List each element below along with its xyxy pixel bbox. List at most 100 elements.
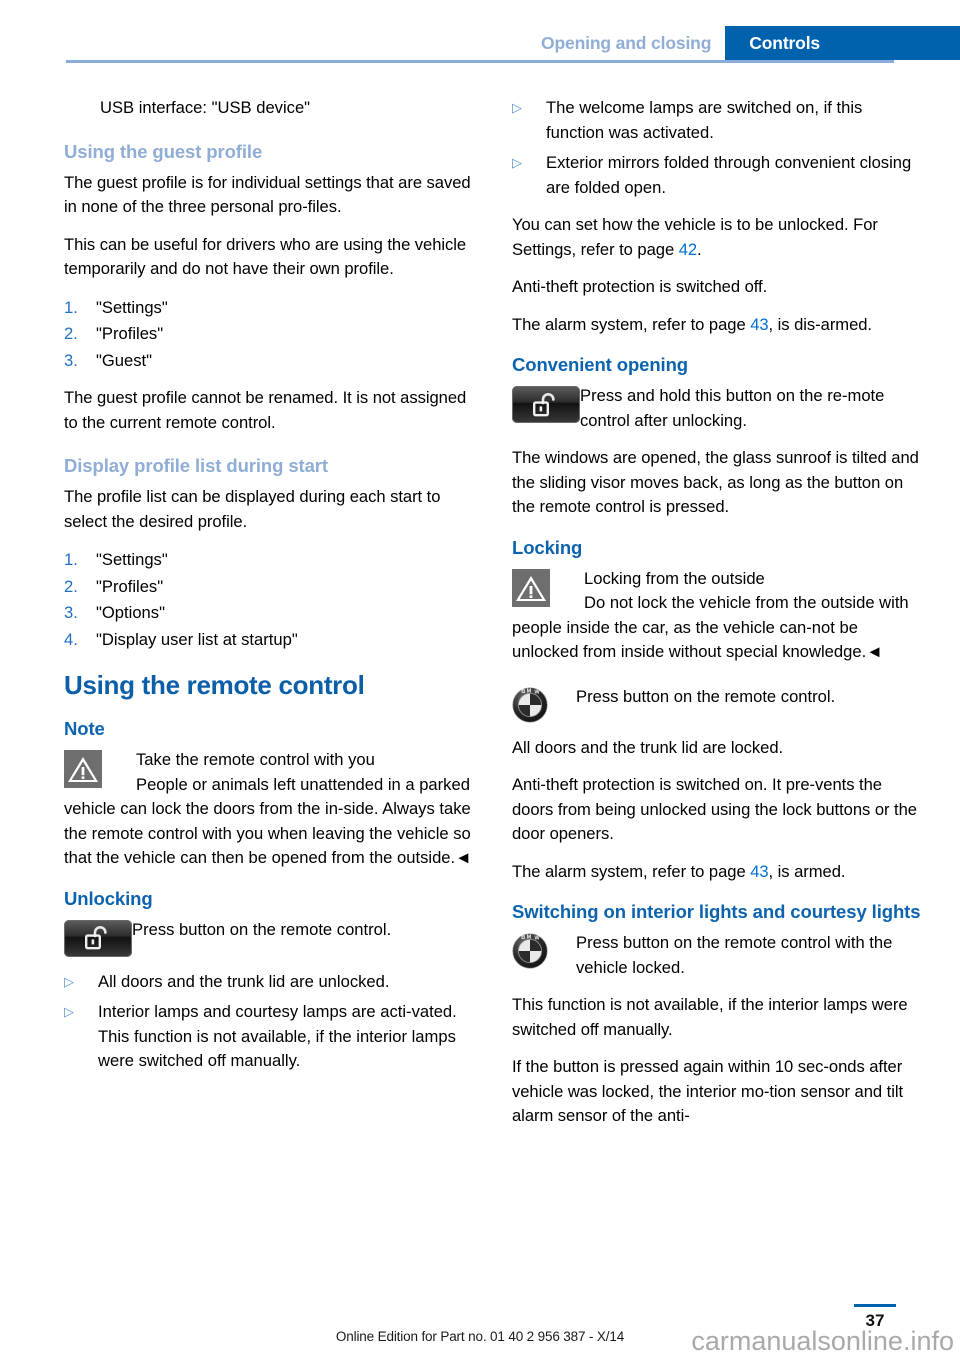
bmw-roundel-icon: B M W <box>512 933 548 969</box>
footer-edition-text: Online Edition for Part no. 01 40 2 956 … <box>335 1329 625 1344</box>
interior-lights-bmw-caption: Press button on the remote control with … <box>576 933 893 977</box>
unlock-results-bullets: ▷ The welcome lamps are switched on, if … <box>512 96 924 200</box>
page-header: Opening and closing Controls <box>0 0 960 63</box>
heading-display-profile-list-during-start: Display profile list during start <box>64 455 328 476</box>
step-label: "Settings" <box>96 297 168 317</box>
tab-opening-and-closing[interactable]: Opening and closing <box>541 26 726 60</box>
triangle-bullet-icon: ▷ <box>64 1004 74 1019</box>
list-item: 4. "Display user list at startup" <box>64 627 476 653</box>
heading-using-the-guest-profile: Using the guest profile <box>64 140 263 162</box>
list-item: 1. "Settings" <box>64 295 476 321</box>
step-label: "Settings" <box>96 550 168 569</box>
page-reference-43[interactable]: 43 <box>750 862 768 881</box>
list-item: ▷ All doors and the trunk lid are unlock… <box>64 970 476 995</box>
usb-interface-line: USB interface: "USB device" <box>100 98 311 117</box>
guest-profile-paragraph-1: The guest profile is for individual sett… <box>64 172 471 217</box>
display-profile-list-steps: 1. "Settings" 2. "Profiles" 3. "Options"… <box>64 547 476 652</box>
unlock-settings-text-b: . <box>697 239 702 259</box>
svg-text:B: B <box>521 689 525 695</box>
anti-theft-off-paragraph: Anti-theft protection is switched off. <box>512 277 768 296</box>
step-label: "Guest" <box>96 350 153 370</box>
list-item-label: All doors and the trunk lid are unlocked… <box>98 971 390 991</box>
triangle-bullet-icon: ▷ <box>512 155 522 170</box>
step-number: 2. <box>64 576 78 596</box>
note-body: People or animals left unattended in a p… <box>64 773 476 871</box>
convenient-opening-button-block: Press and hold this button on the re‑mot… <box>512 384 924 433</box>
note-warning-block: Take the remote control with you People … <box>64 748 476 871</box>
page-number-divider <box>854 1304 896 1307</box>
step-number: 3. <box>64 350 78 370</box>
list-item-label: The welcome lamps are switched on, if th… <box>546 98 863 142</box>
list-item: 3. "Guest" <box>64 348 476 374</box>
locking-warning-body: Do not lock the vehicle from the outside… <box>512 591 924 665</box>
heading-convenient-opening: Convenient opening <box>512 354 689 375</box>
list-item-label: Interior lamps and courtesy lamps are ac… <box>98 1002 457 1070</box>
unlock-settings-paragraph: You can set how the vehicle is to be unl… <box>512 213 924 262</box>
right-column: ▷ The welcome lamps are switched on, if … <box>512 96 924 1142</box>
heading-locking: Locking <box>512 536 583 558</box>
locking-warning-body-text: Do not lock the vehicle from the outside… <box>512 593 909 661</box>
convenient-opening-paragraph: The windows are opened, the glass sunroo… <box>512 448 919 516</box>
list-item: 2. "Profiles" <box>64 574 476 600</box>
triangle-bullet-icon: ▷ <box>512 100 522 115</box>
header-breadcrumb-tabs: Opening and closing Controls <box>0 26 960 60</box>
step-number: 1. <box>64 297 78 317</box>
list-item: 2. "Profiles" <box>64 321 476 347</box>
guest-profile-paragraph-2: This can be useful for drivers who are u… <box>64 234 467 279</box>
header-divider <box>66 60 894 63</box>
list-item: ▷ Exterior mirrors folded through conven… <box>512 151 924 200</box>
list-item: ▷ Interior lamps and courtesy lamps are … <box>64 1000 476 1074</box>
svg-text:M: M <box>527 688 532 694</box>
note-title: Take the remote control with you <box>136 750 375 769</box>
locking-bmw-button-block: B M W Press button on the remote control… <box>512 685 924 723</box>
step-number: 4. <box>64 629 78 649</box>
alarm-disarmed-text-a: The alarm system, refer to page <box>512 314 751 334</box>
step-number: 2. <box>64 324 78 343</box>
alarm-disarmed-text-b: , is dis‑armed. <box>768 314 873 334</box>
guest-profile-steps: 1. "Settings" 2. "Profiles" 3. "Guest" <box>64 295 476 374</box>
guest-profile-paragraph-3: The guest profile cannot be renamed. It … <box>64 388 467 432</box>
tab-controls[interactable]: Controls <box>725 26 960 60</box>
locking-alarm-armed-paragraph: The alarm system, refer to page 43, is a… <box>512 860 924 885</box>
svg-text:M: M <box>527 934 532 940</box>
interior-lights-paragraph-1: This function is not available, if the i… <box>512 995 908 1039</box>
interior-lights-bmw-block: B M W Press button on the remote control… <box>512 931 924 980</box>
left-column: USB interface: "USB device" Using the gu… <box>64 96 476 1087</box>
alarm-disarmed-paragraph: The alarm system, refer to page 43, is d… <box>512 313 924 338</box>
unlocking-result-bullets: ▷ All doors and the trunk lid are unlock… <box>64 970 476 1074</box>
step-label: "Profiles" <box>96 576 164 596</box>
locking-result-paragraph-2: Anti-theft protection is switched on. It… <box>512 775 917 843</box>
step-label: "Display user list at startup" <box>96 629 298 649</box>
warning-triangle-icon <box>64 750 102 788</box>
note-body-text: People or animals left unattended in a p… <box>64 774 471 868</box>
locking-alarm-text-b: , is armed. <box>768 861 846 881</box>
unlock-padlock-button-icon <box>64 919 132 957</box>
locking-warning-block: Locking from the outside Do not lock the… <box>512 567 924 665</box>
heading-note: Note <box>64 718 105 739</box>
display-profile-list-paragraph-1: The profile list can be displayed during… <box>64 487 441 531</box>
svg-text:W: W <box>534 689 540 695</box>
heading-using-the-remote-control: Using the remote control <box>64 670 365 700</box>
locking-warning-title: Locking from the outside <box>584 568 765 588</box>
page-reference-43[interactable]: 43 <box>750 315 768 334</box>
note-end-marker: ◄ <box>455 848 472 867</box>
step-number: 1. <box>64 550 78 569</box>
step-label: "Profiles" <box>96 324 164 343</box>
heading-unlocking: Unlocking <box>64 887 153 909</box>
locking-warning-end-marker: ◄ <box>866 642 883 661</box>
svg-text:B: B <box>521 935 525 941</box>
heading-switching-on-interior-lights: Switching on interior lights and courtes… <box>512 901 921 922</box>
step-label: "Options" <box>96 603 165 622</box>
bmw-roundel-icon: B M W <box>512 686 548 723</box>
locking-result-paragraph-1: All doors and the trunk lid are locked. <box>512 737 784 757</box>
locking-alarm-text-a: The alarm system, refer to page <box>512 861 751 881</box>
page-reference-42[interactable]: 42 <box>679 240 697 259</box>
warning-triangle-icon <box>512 568 550 607</box>
list-item: 1. "Settings" <box>64 547 476 573</box>
triangle-bullet-icon: ▷ <box>64 973 74 989</box>
svg-text:W: W <box>534 936 540 942</box>
interior-lights-paragraph-2: If the button is pressed again within 10… <box>512 1057 904 1125</box>
unlock-padlock-button-icon <box>512 386 580 423</box>
step-number: 3. <box>64 603 78 622</box>
locking-bmw-caption: Press button on the remote control. <box>576 686 836 706</box>
